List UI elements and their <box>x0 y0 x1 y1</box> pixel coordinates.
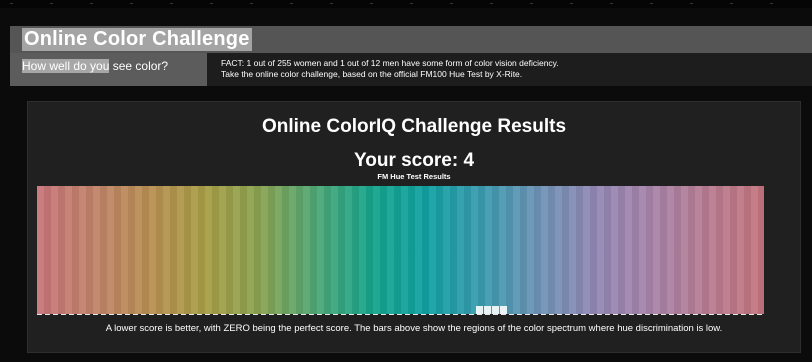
results-caption: A lower score is better, with ZERO being… <box>105 323 723 334</box>
tagline-highlight: How well do you <box>22 59 110 73</box>
fact-text: FACT: 1 out of 255 women and 1 out of 12… <box>221 58 559 80</box>
fact-line-1: FACT: 1 out of 255 women and 1 out of 12… <box>221 58 559 68</box>
spectrum-baseline <box>37 314 764 315</box>
score-value: 4 <box>463 150 475 171</box>
results-title: Online ColorIQ Challenge Results <box>261 116 567 137</box>
hue-spectrum <box>37 186 764 314</box>
fact-line-2: Take the online color challenge, based o… <box>221 69 523 79</box>
tagline: How well do you see color? <box>22 59 168 73</box>
spectrum-stripes <box>37 186 764 314</box>
tagline-rest: see color? <box>109 59 169 73</box>
results-subtitle: FM Hue Test Results <box>377 172 451 181</box>
top-strip <box>0 0 812 8</box>
page-title: Online Color Challenge <box>22 28 252 51</box>
score-line: Your score: 4 <box>27 150 801 172</box>
score-label: Your score: <box>353 150 464 171</box>
top-strip-dots <box>10 3 802 4</box>
